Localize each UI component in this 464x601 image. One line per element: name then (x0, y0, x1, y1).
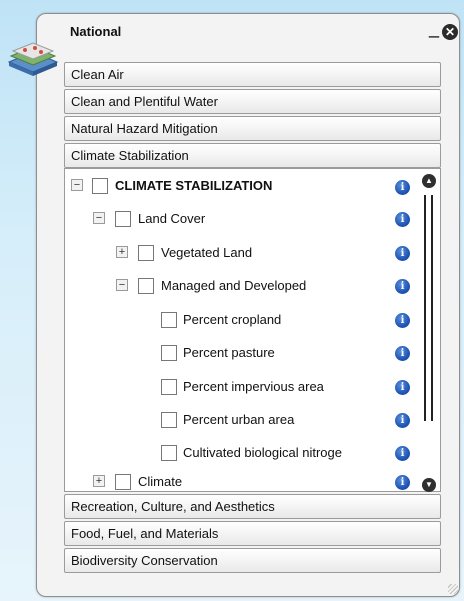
section-natural-hazard[interactable]: Natural Hazard Mitigation (64, 116, 441, 141)
tree-row-percent-impervious: Percent impervious area (65, 376, 385, 398)
scroll-down-button[interactable]: ▼ (422, 478, 436, 492)
layer-checkbox[interactable] (138, 245, 154, 261)
collapse-toggle[interactable]: − (71, 179, 83, 191)
section-clean-water[interactable]: Clean and Plentiful Water (64, 89, 441, 114)
expand-toggle[interactable]: + (93, 475, 105, 487)
tree-row-managed-developed: − Managed and Developed (65, 275, 375, 297)
section-food-fuel[interactable]: Food, Fuel, and Materials (64, 521, 441, 546)
info-icon[interactable]: i (395, 313, 410, 328)
collapse-toggle[interactable]: − (93, 212, 105, 224)
tree-row-label: Cultivated biological nitroge (183, 445, 342, 460)
info-icon[interactable]: i (395, 380, 410, 395)
minimize-button[interactable]: _ (427, 18, 441, 38)
layer-checkbox[interactable] (161, 312, 177, 328)
info-icon[interactable]: i (395, 413, 410, 428)
layer-checkbox[interactable] (138, 278, 154, 294)
tree-row-percent-cropland: Percent cropland (65, 309, 365, 331)
scrollbar-track[interactable] (424, 195, 433, 421)
scroll-up-button[interactable]: ▲ (422, 174, 436, 188)
info-icon[interactable]: i (395, 475, 410, 490)
tree-row-cultivated-nitrogen: Cultivated biological nitroge (65, 442, 390, 464)
layer-checkbox[interactable] (161, 445, 177, 461)
layers-logo-icon (7, 42, 59, 76)
tree-row-label: Vegetated Land (161, 245, 253, 260)
tree-row-percent-urban: Percent urban area (65, 409, 365, 431)
info-icon[interactable]: i (395, 446, 410, 461)
panel-title: National (70, 24, 122, 39)
tree-row-label: Percent pasture (183, 345, 275, 360)
collapse-toggle[interactable]: − (116, 279, 128, 291)
tree-row-land-cover: − Land Cover (65, 208, 365, 230)
tree-row-label: Percent urban area (183, 412, 295, 427)
tree-row-label: Land Cover (138, 211, 206, 226)
info-icon[interactable]: i (395, 279, 410, 294)
tree-row-label: CLIMATE STABILIZATION (115, 178, 273, 193)
layer-checkbox[interactable] (115, 474, 131, 490)
tree-row-vegetated-land: + Vegetated Land (65, 242, 365, 264)
layer-checkbox[interactable] (92, 178, 108, 194)
section-clean-air[interactable]: Clean Air (64, 62, 441, 87)
tree-row-label: Percent impervious area (183, 379, 324, 394)
tree-row-label: Climate (138, 474, 183, 489)
layer-checkbox[interactable] (161, 345, 177, 361)
layer-checkbox[interactable] (115, 211, 131, 227)
info-icon[interactable]: i (395, 346, 410, 361)
section-biodiversity[interactable]: Biodiversity Conservation (64, 548, 441, 573)
close-button[interactable]: ✕ (442, 24, 458, 40)
tree-row-label: Percent cropland (183, 312, 282, 327)
resize-grip[interactable] (448, 584, 458, 594)
info-icon[interactable]: i (395, 180, 410, 195)
tree-row-climate-stabilization: − CLIMATE STABILIZATION (65, 175, 425, 197)
section-climate-stabilization[interactable]: Climate Stabilization (64, 143, 441, 168)
info-icon[interactable]: i (395, 246, 410, 261)
tree-row-label: Managed and Developed (161, 278, 307, 293)
layer-checkbox[interactable] (161, 412, 177, 428)
layer-checkbox[interactable] (161, 379, 177, 395)
expand-toggle[interactable]: + (116, 246, 128, 258)
tree-row-percent-pasture: Percent pasture (65, 342, 365, 364)
tree-row-climate: + Climate (65, 471, 365, 491)
info-icon[interactable]: i (395, 212, 410, 227)
section-recreation[interactable]: Recreation, Culture, and Aesthetics (64, 494, 441, 519)
layer-tree: − CLIMATE STABILIZATION i − Land Cover i… (64, 168, 441, 492)
